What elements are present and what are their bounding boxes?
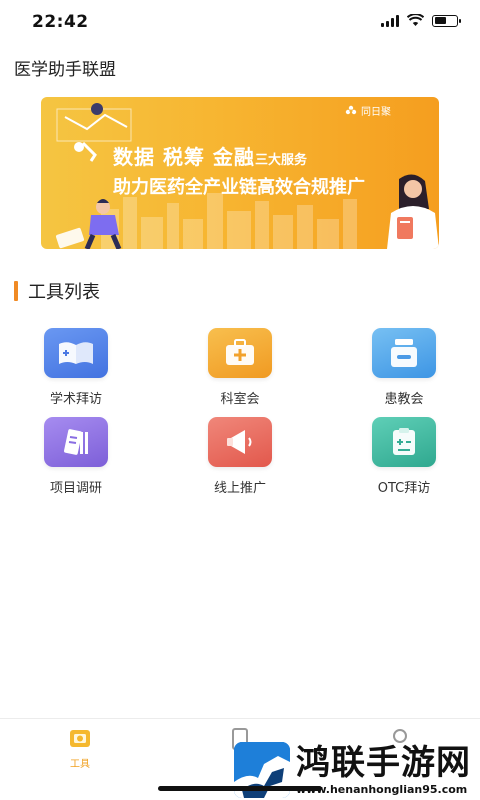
- tool-label: 学术拜访: [49, 392, 102, 407]
- woman-illustration: [387, 174, 439, 249]
- signal-icon: [381, 14, 399, 27]
- tool-online-promotion[interactable]: 线上推广: [180, 417, 300, 496]
- flower-icon: [345, 105, 357, 114]
- tool-label: 科室会: [220, 392, 260, 407]
- banner-brand: 同日聚: [345, 103, 391, 118]
- status-time: 22:42: [32, 12, 89, 32]
- documents-icon: [44, 417, 108, 467]
- tool-department-meeting[interactable]: 科室会: [180, 328, 300, 407]
- section-accent-bar: [14, 281, 18, 301]
- banner-subheadline: 助力医药全产业链高效合规推广: [113, 177, 365, 198]
- section-title: 工具列表: [28, 282, 100, 303]
- watermark-title: 鸿联手游网: [296, 742, 471, 783]
- home-indicator[interactable]: [158, 786, 322, 791]
- wifi-icon: [407, 14, 424, 26]
- medicine-box-icon: [372, 328, 436, 378]
- tool-label: 患教会: [384, 392, 424, 407]
- battery-icon: [432, 14, 461, 27]
- tool-label: 线上推广: [213, 481, 266, 496]
- page-title: 医学助手联盟: [14, 60, 116, 80]
- tab-tools[interactable]: 工具: [50, 727, 110, 770]
- tool-otc-visit[interactable]: OTC拜访: [344, 417, 464, 496]
- watermark-text: 鸿联手游网 www.henanhonglian95.com: [296, 745, 471, 796]
- watermark: 鸿联手游网 www.henanhonglian95.com: [234, 740, 480, 800]
- watermark-url: www.henanhonglian95.com: [296, 782, 468, 796]
- status-bar: 22:42: [0, 0, 480, 44]
- medical-kit-icon: [208, 328, 272, 378]
- banner-headline-suffix: 三大服务: [254, 153, 307, 168]
- toolbox-icon: [70, 730, 90, 747]
- banner-brand-text: 同日聚: [361, 107, 391, 118]
- tools-section-header: 工具列表: [14, 278, 100, 304]
- banner-headline: 数据 税筹 金融三大服务: [113, 141, 307, 170]
- megaphone-icon: [208, 417, 272, 467]
- clipboard-plus-icon: [372, 417, 436, 467]
- tool-patient-education[interactable]: 患教会: [344, 328, 464, 407]
- tab-label: 工具: [70, 759, 90, 770]
- promo-banner[interactable]: 同日聚 数据 税筹 金融三大服务 助力医药全产业链高效合规推广: [41, 97, 439, 249]
- status-icons: [381, 14, 461, 27]
- tool-label: OTC拜访: [377, 481, 431, 496]
- tool-academic-visit[interactable]: 学术拜访: [16, 328, 136, 407]
- tool-label: 项目调研: [49, 481, 102, 496]
- banner-headline-main: 数据 税筹 金融: [113, 145, 255, 169]
- tool-project-research[interactable]: 项目调研: [16, 417, 136, 496]
- open-book-icon: [44, 328, 108, 378]
